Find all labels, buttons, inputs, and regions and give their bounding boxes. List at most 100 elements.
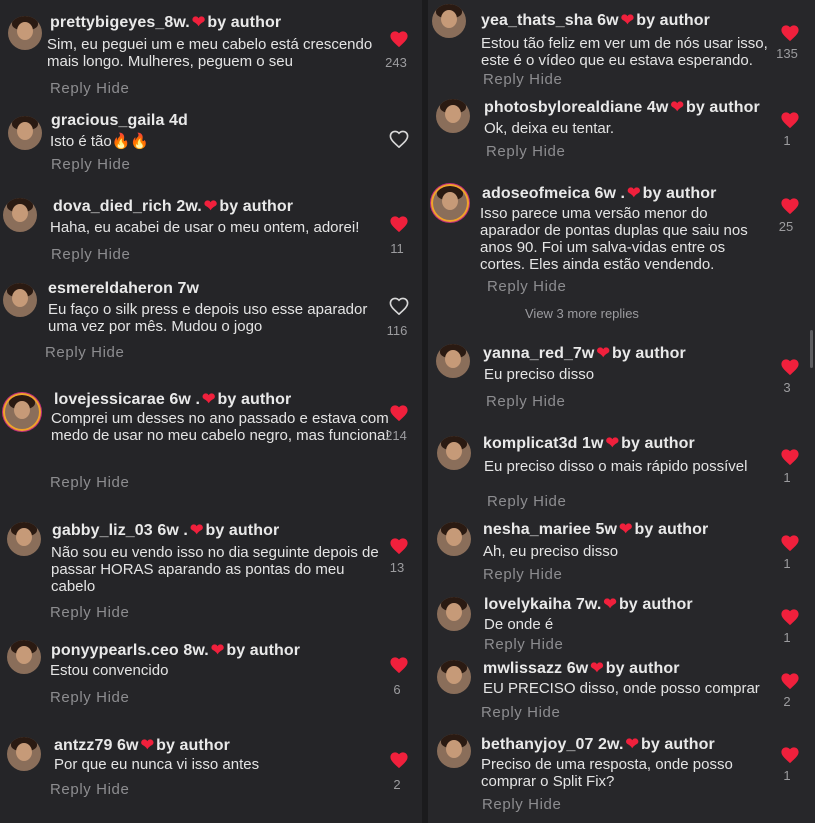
reply-button[interactable]: Reply	[481, 704, 522, 721]
username-line[interactable]: adoseofmeica 6w . ❤ by author	[482, 183, 716, 203]
hide-button[interactable]: Hide	[529, 71, 562, 88]
reply-button[interactable]: Reply	[51, 156, 92, 173]
hide-button[interactable]: Hide	[96, 80, 129, 97]
avatar[interactable]	[437, 660, 471, 694]
hide-button[interactable]: Hide	[529, 566, 562, 583]
like-heart-icon[interactable]	[780, 448, 800, 466]
username-line[interactable]: photosbylorealdiane 4w ❤ by author	[484, 97, 760, 117]
username[interactable]: gabby_liz_03 6w .	[52, 522, 188, 539]
like-heart-icon[interactable]	[389, 297, 409, 315]
username-line[interactable]: yanna_red_7w ❤ by author	[483, 343, 686, 363]
like-heart-icon[interactable]	[780, 111, 800, 129]
username-line[interactable]: yea_thats_sha 6w ❤ by author	[481, 10, 710, 30]
hide-button[interactable]: Hide	[532, 143, 565, 160]
like-heart-icon[interactable]	[389, 404, 409, 422]
username-line[interactable]: antzz79 6w ❤ by author	[54, 735, 230, 755]
username[interactable]: yea_thats_sha 6w	[481, 12, 619, 29]
hide-button[interactable]: Hide	[96, 689, 129, 706]
username[interactable]: prettybigeyes_8w.	[50, 14, 190, 31]
hide-button[interactable]: Hide	[528, 796, 561, 813]
like-heart-icon[interactable]	[780, 24, 800, 42]
hide-button[interactable]: Hide	[533, 493, 566, 510]
avatar[interactable]	[7, 737, 41, 771]
username-line[interactable]: bethanyjoy_07 2w. ❤ by author	[481, 734, 715, 754]
like-heart-icon[interactable]	[389, 751, 409, 769]
like-heart-icon[interactable]	[780, 746, 800, 764]
username-line[interactable]: dova_died_rich 2w. ❤ by author	[53, 196, 293, 216]
username[interactable]: antzz79 6w	[54, 737, 139, 754]
like-heart-icon[interactable]	[780, 197, 800, 215]
like-heart-icon[interactable]	[389, 537, 409, 555]
username-line[interactable]: nesha_mariee 5w ❤ by author	[483, 519, 708, 539]
like-heart-icon[interactable]	[780, 672, 800, 690]
like-heart-icon[interactable]	[389, 30, 409, 48]
username[interactable]: photosbylorealdiane 4w	[484, 99, 668, 116]
like-heart-icon[interactable]	[389, 215, 409, 233]
username-line[interactable]: prettybigeyes_8w. ❤ by author	[50, 12, 281, 32]
reply-button[interactable]: Reply	[50, 781, 91, 798]
username[interactable]: esmereldaheron 7w	[48, 280, 199, 297]
username[interactable]: nesha_mariee 5w	[483, 521, 617, 538]
hide-button[interactable]: Hide	[96, 604, 129, 621]
username[interactable]: yanna_red_7w	[483, 345, 594, 362]
hide-button[interactable]: Hide	[532, 393, 565, 410]
hide-button[interactable]: Hide	[96, 474, 129, 491]
reply-button[interactable]: Reply	[486, 143, 527, 160]
reply-button[interactable]: Reply	[486, 393, 527, 410]
avatar[interactable]	[8, 16, 42, 50]
avatar[interactable]	[436, 344, 470, 378]
username[interactable]: dova_died_rich 2w.	[53, 198, 202, 215]
scrollbar[interactable]	[810, 330, 813, 368]
like-heart-icon[interactable]	[389, 130, 409, 148]
avatar[interactable]	[433, 186, 467, 220]
username-line[interactable]: lovelykaiha 7w. ❤ by author	[484, 594, 693, 614]
reply-button[interactable]: Reply	[487, 278, 528, 295]
username[interactable]: gracious_gaila 4d	[51, 112, 188, 129]
username[interactable]: bethanyjoy_07 2w.	[481, 736, 624, 753]
reply-button[interactable]: Reply	[50, 604, 91, 621]
username-line[interactable]: gabby_liz_03 6w . ❤ by author	[52, 520, 279, 540]
username[interactable]: lovejessicarae 6w .	[54, 391, 200, 408]
username-line[interactable]: mwlissazz 6w ❤ by author	[483, 658, 680, 678]
username-line[interactable]: gracious_gaila 4d	[51, 112, 188, 130]
avatar[interactable]	[437, 734, 471, 768]
avatar[interactable]	[8, 116, 42, 150]
reply-button[interactable]: Reply	[482, 796, 523, 813]
reply-button[interactable]: Reply	[50, 474, 91, 491]
username-line[interactable]: esmereldaheron 7w	[48, 280, 199, 298]
avatar[interactable]	[437, 522, 471, 556]
reply-button[interactable]: Reply	[487, 493, 528, 510]
avatar[interactable]	[437, 597, 471, 631]
reply-button[interactable]: Reply	[483, 71, 524, 88]
reply-button[interactable]: Reply	[51, 246, 92, 263]
view-more-replies-link[interactable]: View 3 more replies	[525, 306, 639, 321]
username[interactable]: adoseofmeica 6w .	[482, 185, 625, 202]
hide-button[interactable]: Hide	[97, 156, 130, 173]
reply-button[interactable]: Reply	[50, 689, 91, 706]
hide-button[interactable]: Hide	[91, 344, 124, 361]
username[interactable]: komplicat3d 1w	[483, 435, 604, 452]
avatar[interactable]	[5, 395, 39, 429]
hide-button[interactable]: Hide	[533, 278, 566, 295]
username[interactable]: ponyypearls.ceo 8w.	[51, 642, 209, 659]
hide-button[interactable]: Hide	[530, 636, 563, 653]
avatar[interactable]	[3, 283, 37, 317]
like-heart-icon[interactable]	[780, 608, 800, 626]
reply-button[interactable]: Reply	[483, 566, 524, 583]
like-heart-icon[interactable]	[389, 656, 409, 674]
reply-button[interactable]: Reply	[484, 636, 525, 653]
avatar[interactable]	[437, 436, 471, 470]
username-line[interactable]: lovejessicarae 6w . ❤ by author	[54, 389, 291, 409]
avatar[interactable]	[7, 640, 41, 674]
like-heart-icon[interactable]	[780, 358, 800, 376]
username-line[interactable]: komplicat3d 1w ❤ by author	[483, 433, 695, 453]
reply-button[interactable]: Reply	[50, 80, 91, 97]
avatar[interactable]	[432, 4, 466, 38]
avatar[interactable]	[7, 522, 41, 556]
username[interactable]: lovelykaiha 7w.	[484, 596, 601, 613]
reply-button[interactable]: Reply	[45, 344, 86, 361]
username[interactable]: mwlissazz 6w	[483, 660, 588, 677]
like-heart-icon[interactable]	[780, 534, 800, 552]
hide-button[interactable]: Hide	[527, 704, 560, 721]
username-line[interactable]: ponyypearls.ceo 8w. ❤ by author	[51, 640, 300, 660]
